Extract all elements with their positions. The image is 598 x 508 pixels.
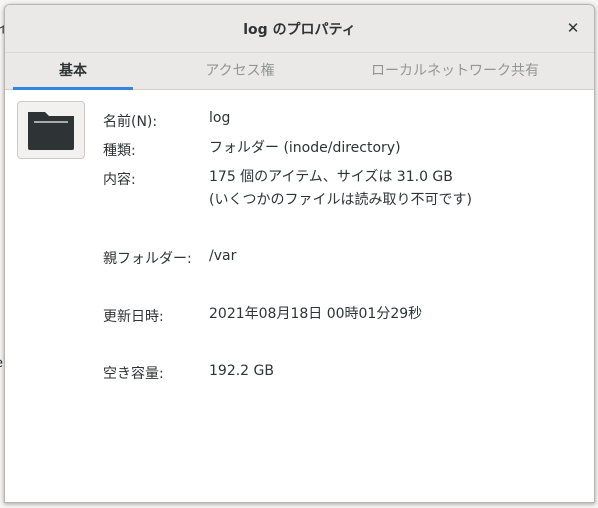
- name-value[interactable]: log: [209, 107, 230, 129]
- contents-value: 175 個のアイテム、サイズは 31.0 GB: [209, 169, 453, 185]
- free-space-value: 192.2 GB: [209, 363, 274, 379]
- close-button[interactable]: ✕: [560, 15, 586, 41]
- free-space-label: 空き容量:: [103, 366, 164, 382]
- window-title: log のプロパティ: [243, 22, 356, 38]
- parent-folder-label: 親フォルダー:: [103, 251, 192, 267]
- name-label: 名前(N):: [103, 114, 158, 130]
- properties-dialog: log のプロパティ ✕ 基本 アクセス権 ローカルネットワーク共有 名前(N)…: [4, 4, 595, 503]
- tab-permissions[interactable]: アクセス権: [165, 53, 315, 89]
- tab-basic[interactable]: 基本: [13, 53, 133, 90]
- modified-label: 更新日時:: [103, 309, 164, 325]
- folder-icon-tile: [17, 101, 85, 159]
- close-icon: ✕: [566, 19, 580, 37]
- tab-bar: 基本 アクセス権 ローカルネットワーク共有: [5, 53, 594, 90]
- background-text: e: [0, 356, 3, 371]
- type-value: フォルダー (inode/directory): [209, 140, 401, 156]
- folder-icon: [28, 112, 74, 150]
- parent-folder-value[interactable]: /var: [209, 245, 236, 267]
- modified-value: 2021年08月18日 00時01分29秒: [209, 306, 423, 322]
- title-bar: log のプロパティ ✕: [5, 5, 594, 53]
- type-label: 種類:: [103, 143, 136, 159]
- contents-label: 内容:: [103, 172, 136, 188]
- tab-local-network-share[interactable]: ローカルネットワーク共有: [335, 53, 575, 89]
- contents-note: (いくつかのファイルは読み取り不可です): [209, 192, 472, 208]
